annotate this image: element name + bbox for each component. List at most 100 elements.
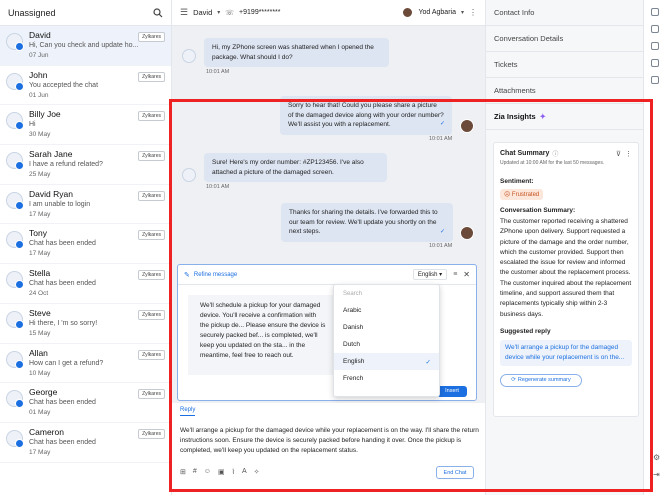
ai-icon[interactable]: ✧ — [254, 468, 260, 476]
message-preview: I am unable to login — [29, 200, 91, 208]
list-icon[interactable]: ≡ — [453, 271, 457, 278]
chevron-down-icon[interactable]: ▾ — [217, 9, 220, 16]
list-item[interactable]: Billy Joe Hi 30 May Zylkares — [0, 105, 171, 146]
language-option[interactable]: Arabic — [334, 302, 439, 319]
chat-date: 01 May — [29, 409, 51, 417]
contact-name: Steve — [29, 307, 51, 318]
check-icon: ✓ — [440, 121, 446, 127]
suggested-reply-text[interactable]: We'll arrange a pickup for the damaged d… — [500, 339, 632, 366]
expand-icon[interactable]: ⇥ — [653, 470, 660, 479]
summary-title: Chat Summary — [500, 150, 550, 157]
language-dropdown: Search Arabic Danish Dutch English ✓ French — [333, 284, 440, 397]
contact-name: Sarah Jane — [29, 149, 73, 160]
list-item[interactable]: Tony Chat has been ended 17 May Zylkares — [0, 224, 171, 265]
hash-icon[interactable]: # — [193, 468, 197, 476]
department-tag: Zylkares — [138, 71, 165, 82]
agent-avatar — [460, 119, 474, 133]
option-label: French — [343, 375, 364, 382]
list-item[interactable]: Sarah Jane I have a refund related? 25 May… — [0, 145, 171, 185]
avatar — [6, 33, 24, 51]
message-bubble: Hi, my ZPhone screen was shattered when … — [204, 38, 389, 67]
message-preview: Chat has been ended — [29, 399, 96, 407]
language-option[interactable]: French — [334, 370, 439, 387]
section-attachments[interactable]: Attachments — [486, 78, 643, 104]
attach-icon[interactable]: ⌇ — [232, 468, 235, 476]
filter-icon[interactable]: ⊽ — [616, 150, 621, 158]
reply-area: Reply We'll arrange a pickup for the dam… — [172, 403, 485, 495]
contact-name: Tony — [29, 228, 47, 239]
chat-date: 15 May — [29, 329, 51, 337]
section-zia-insights[interactable]: Zia Insights ✦ — [486, 104, 643, 130]
chat-date: 01 Jun — [29, 91, 49, 99]
conversation-list: Unassigned David Hi, Can you check and up… — [0, 0, 172, 495]
list-item[interactable]: John You accepted the chat 01 Jun Zylkares — [0, 66, 171, 106]
contact-name[interactable]: David — [193, 8, 212, 17]
contact-name: David — [29, 30, 51, 40]
chat-date: 17 May — [29, 448, 51, 456]
language-option[interactable]: English ✓ — [334, 353, 439, 370]
section-conversation-details[interactable]: Conversation Details — [486, 26, 643, 52]
language-option[interactable]: Dutch — [334, 336, 439, 353]
sentiment-label: Sentiment: — [500, 178, 534, 185]
menu-icon[interactable]: ☰ — [180, 7, 188, 18]
more-icon[interactable]: ⋮ — [625, 150, 632, 158]
close-icon[interactable]: ✕ — [463, 270, 470, 279]
chevron-down-icon[interactable]: ▾ — [461, 9, 464, 16]
image-icon[interactable]: ▣ — [218, 468, 225, 476]
regenerate-label: Regenerate summary — [517, 377, 571, 384]
list-item[interactable]: Cameron Chat has been ended 17 May Zylkares — [0, 423, 171, 463]
list-item[interactable]: George Chat has been ended 01 May Zylkares — [0, 383, 171, 423]
language-option[interactable]: Danish — [334, 319, 439, 336]
section-tickets[interactable]: Tickets — [486, 52, 643, 78]
sparkle-icon: ✦ — [539, 112, 546, 121]
message-bubble: Sorry to hear that! Could you please sha… — [280, 96, 452, 135]
avatar — [6, 310, 24, 329]
check-icon: ✓ — [440, 229, 446, 235]
phone-icon: ☏ — [225, 9, 235, 17]
language-select[interactable]: English ▾ — [412, 269, 448, 280]
chat-date: 24 Oct — [29, 290, 49, 298]
agent-avatar — [402, 7, 414, 18]
list-item[interactable]: David Hi, Can you check and update ho... 0… — [0, 26, 171, 66]
regenerate-summary-button[interactable]: ⟳ Regenerate summary — [500, 373, 582, 387]
chat-header: ☰ David ▾ ☏ +9199******** Yod Agbaria ▾ … — [172, 0, 485, 26]
department-tag: Zylkares — [138, 190, 165, 201]
search-icon[interactable] — [153, 7, 163, 18]
language-search-input[interactable]: Search — [343, 291, 362, 297]
insert-button[interactable]: Insert — [437, 386, 467, 397]
settings-icon[interactable]: ⚙ — [653, 453, 660, 462]
contact-name: George — [29, 387, 58, 398]
message-time: 10:01 AM — [429, 243, 453, 249]
list-item[interactable]: Allan How can I get a refund? 10 May Zylkar… — [0, 344, 171, 384]
edit-icon[interactable] — [650, 76, 659, 84]
language-value: English — [417, 272, 438, 278]
department-tag: Zylkares — [138, 151, 165, 162]
avatar — [6, 191, 24, 210]
user-icon[interactable] — [650, 8, 659, 16]
text-color-icon[interactable]: A — [242, 468, 247, 476]
chat-date: 25 May — [29, 171, 51, 179]
agent-name[interactable]: Yod Agbaria — [418, 9, 456, 16]
list-item[interactable]: Steve Hi there, I 'm so sorry! 15 May Zylka… — [0, 304, 171, 344]
list-item[interactable]: David Ryan I am unable to login 17 May Zylk… — [0, 185, 171, 225]
agent-avatar — [460, 226, 474, 240]
department-tag: Zylkares — [138, 111, 165, 122]
emoji-icon[interactable]: ☺ — [204, 468, 211, 476]
tag-icon[interactable] — [650, 42, 659, 50]
reply-input[interactable]: We'll arrange a pickup for the damaged d… — [180, 426, 480, 456]
section-contact-info[interactable]: Contact Info — [486, 0, 643, 26]
tab-reply[interactable]: Reply — [180, 407, 196, 416]
list-icon[interactable] — [650, 59, 659, 67]
more-icon[interactable]: ⋮ — [469, 8, 477, 17]
message-preview: Hi, Can you check and update ho... — [29, 42, 139, 49]
suggested-reply-label: Suggested reply — [500, 327, 551, 335]
refine-title[interactable]: Refine message — [194, 272, 237, 278]
option-label: Danish — [343, 324, 364, 331]
end-chat-button[interactable]: End Chat — [436, 466, 474, 479]
message-preview: How can I get a refund? — [29, 359, 104, 367]
sentiment-badge: ☹ Frustrated — [500, 189, 544, 200]
format-icon[interactable]: ⊞ — [180, 468, 186, 476]
info-icon[interactable] — [650, 25, 659, 33]
summary-updated: Updated at 10:00 AM for the last 50 mess… — [500, 160, 605, 166]
list-item[interactable]: Stella Chat has been ended 24 Oct Zylkares — [0, 264, 171, 304]
